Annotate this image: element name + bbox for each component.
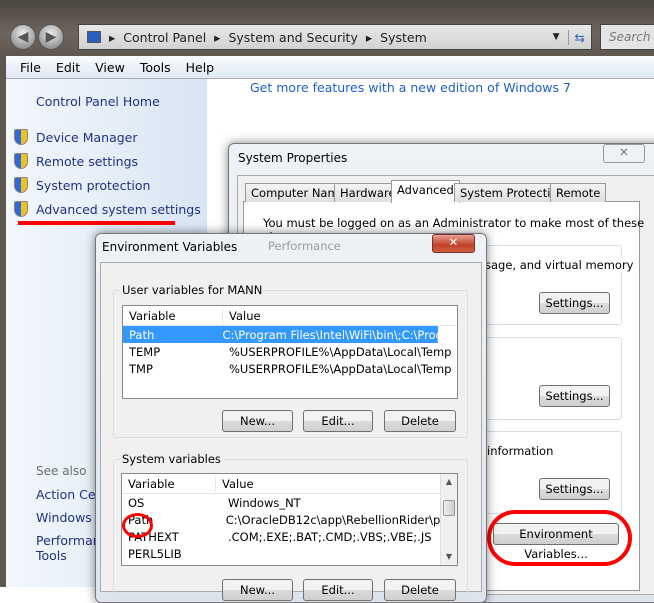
red-ellipse-annotation — [487, 510, 632, 566]
red-circle-annotation — [122, 513, 153, 538]
system-new-button[interactable]: New... — [222, 579, 293, 601]
variable-value: C:\Program Files\Intel\WiFi\bin\;C:\Prog… — [222, 327, 438, 342]
task-label: Advanced system settings — [36, 201, 201, 217]
column-header-variable[interactable]: Variable — [123, 308, 223, 323]
variable-name: TEMP — [129, 344, 161, 359]
user-edit-button[interactable]: Edit... — [303, 410, 373, 432]
shield-icon — [14, 129, 28, 145]
menu-edit[interactable]: Edit — [56, 60, 80, 75]
variable-name: PERL5LIB — [128, 546, 182, 561]
group-label: System variables — [120, 452, 223, 466]
variable-value: %USERPROFILE%\AppData\Local\Temp — [229, 344, 452, 359]
breadcrumb-item[interactable]: Control Panel — [123, 30, 206, 45]
scrollbar[interactable]: ▲ ▼ — [440, 474, 457, 565]
task-device-manager[interactable]: Device Manager — [14, 129, 201, 145]
upgrade-link[interactable]: Get more features with a new edition of … — [250, 80, 571, 95]
see-also-tools[interactable]: Tools — [36, 548, 67, 563]
close-icon[interactable]: ✕ — [603, 144, 645, 163]
variable-value: .COM;.EXE;.BAT;.CMD;.VBS;.VBE;.JS;.... — [228, 529, 432, 544]
task-label: Device Manager — [36, 129, 138, 145]
chevron-icon: ▸ — [214, 29, 221, 45]
menu-view[interactable]: View — [95, 60, 125, 75]
user-new-button[interactable]: New... — [222, 410, 293, 432]
startup-desc: information — [487, 444, 554, 458]
task-remote-settings[interactable]: Remote settings — [14, 153, 201, 169]
back-button[interactable]: ◀ — [10, 24, 36, 50]
refresh-icon[interactable]: ⇆ — [567, 29, 591, 45]
breadcrumb-item[interactable]: System and Security — [228, 30, 357, 45]
table-row[interactable]: Path C:\OracleDB12c\app\RebellionRider\pr… — [122, 511, 457, 528]
table-row[interactable]: Path C:\Program Files\Intel\WiFi\bin\;C:\… — [123, 326, 438, 343]
menu-bar: File Edit View Tools Help — [6, 56, 654, 79]
table-row[interactable]: TMP %USERPROFILE%\AppData\Local\Temp — [123, 360, 457, 377]
user-profiles-settings-button[interactable]: Settings... — [539, 385, 610, 407]
scroll-up-icon[interactable]: ▲ — [441, 474, 457, 490]
dropdown-icon[interactable]: ▼ — [553, 32, 560, 42]
address-bar[interactable]: ▸ Control Panel ▸ System and Security ▸ Sys… — [78, 24, 592, 50]
table-row[interactable]: TEMP %USERPROFILE%\AppData\Local\Temp — [123, 343, 457, 360]
close-icon[interactable]: ✕ — [432, 234, 475, 253]
group-label: User variables for MANN — [120, 283, 265, 297]
task-system-protection[interactable]: System protection — [14, 177, 201, 193]
tab-remote[interactable]: Remote — [550, 183, 607, 202]
scroll-down-icon[interactable]: ▼ — [441, 549, 457, 565]
user-delete-button[interactable]: Delete — [384, 410, 456, 432]
variable-name: TMP — [129, 361, 153, 376]
see-also-heading: See also — [36, 464, 87, 478]
forward-button[interactable]: ▶ — [38, 24, 64, 50]
see-also-performance[interactable]: Performan — [36, 533, 101, 548]
tab-advanced[interactable]: Advanced — [391, 180, 460, 203]
dialog-title: System Properties — [238, 151, 348, 165]
column-header-variable[interactable]: Variable — [122, 476, 216, 491]
menu-file[interactable]: File — [20, 60, 41, 75]
performance-desc: sage, and virtual memory — [485, 258, 634, 272]
variable-name: Path — [129, 327, 155, 342]
see-also-action-center[interactable]: Action Cen — [36, 487, 103, 502]
system-edit-button[interactable]: Edit... — [303, 579, 373, 601]
shield-icon — [14, 153, 28, 169]
startup-settings-button[interactable]: Settings... — [539, 478, 610, 500]
table-row[interactable]: PERL5LIB — [122, 545, 457, 562]
variable-name: OS — [128, 495, 145, 510]
chevron-icon: ▸ — [365, 29, 373, 45]
task-label: Remote settings — [36, 153, 139, 169]
dialog-title: Environment Variables — [102, 240, 238, 254]
breadcrumb-item[interactable]: System — [380, 30, 427, 45]
variable-value: %USERPROFILE%\AppData\Local\Temp — [229, 361, 452, 376]
performance-settings-button[interactable]: Settings... — [539, 292, 610, 314]
computer-icon — [87, 31, 101, 43]
task-advanced-system-settings[interactable]: Advanced system settings — [14, 201, 201, 217]
user-variables-list[interactable]: Variable Value Path C:\Program Files\Intel… — [122, 305, 458, 399]
search-input[interactable]: Search C — [600, 24, 654, 50]
chevron-icon: ▸ — [109, 29, 116, 45]
shield-icon — [14, 177, 28, 193]
menu-help[interactable]: Help — [186, 60, 215, 75]
control-panel-home-link[interactable]: Control Panel Home — [36, 94, 160, 109]
column-header-value[interactable]: Value — [216, 477, 254, 491]
red-underline-annotation — [18, 221, 175, 225]
system-variables-list[interactable]: Variable Value OS Windows_NT Path C:\Oracle… — [121, 473, 458, 566]
shield-icon — [14, 201, 28, 217]
task-label: System protection — [36, 177, 151, 193]
system-delete-button[interactable]: Delete — [384, 579, 456, 601]
performance-group-label: Performance — [268, 239, 341, 253]
scroll-thumb[interactable] — [443, 500, 455, 516]
table-row[interactable]: PATHEXT .COM;.EXE;.BAT;.CMD;.VBS;.VBE;.JS… — [122, 528, 457, 545]
variable-value: C:\OracleDB12c\app\RebellionRider\pro... — [225, 512, 457, 527]
table-row[interactable]: OS Windows_NT — [122, 494, 457, 511]
variable-value: Windows_NT — [228, 495, 301, 510]
menu-tools[interactable]: Tools — [140, 60, 171, 75]
column-header-value[interactable]: Value — [223, 309, 261, 323]
